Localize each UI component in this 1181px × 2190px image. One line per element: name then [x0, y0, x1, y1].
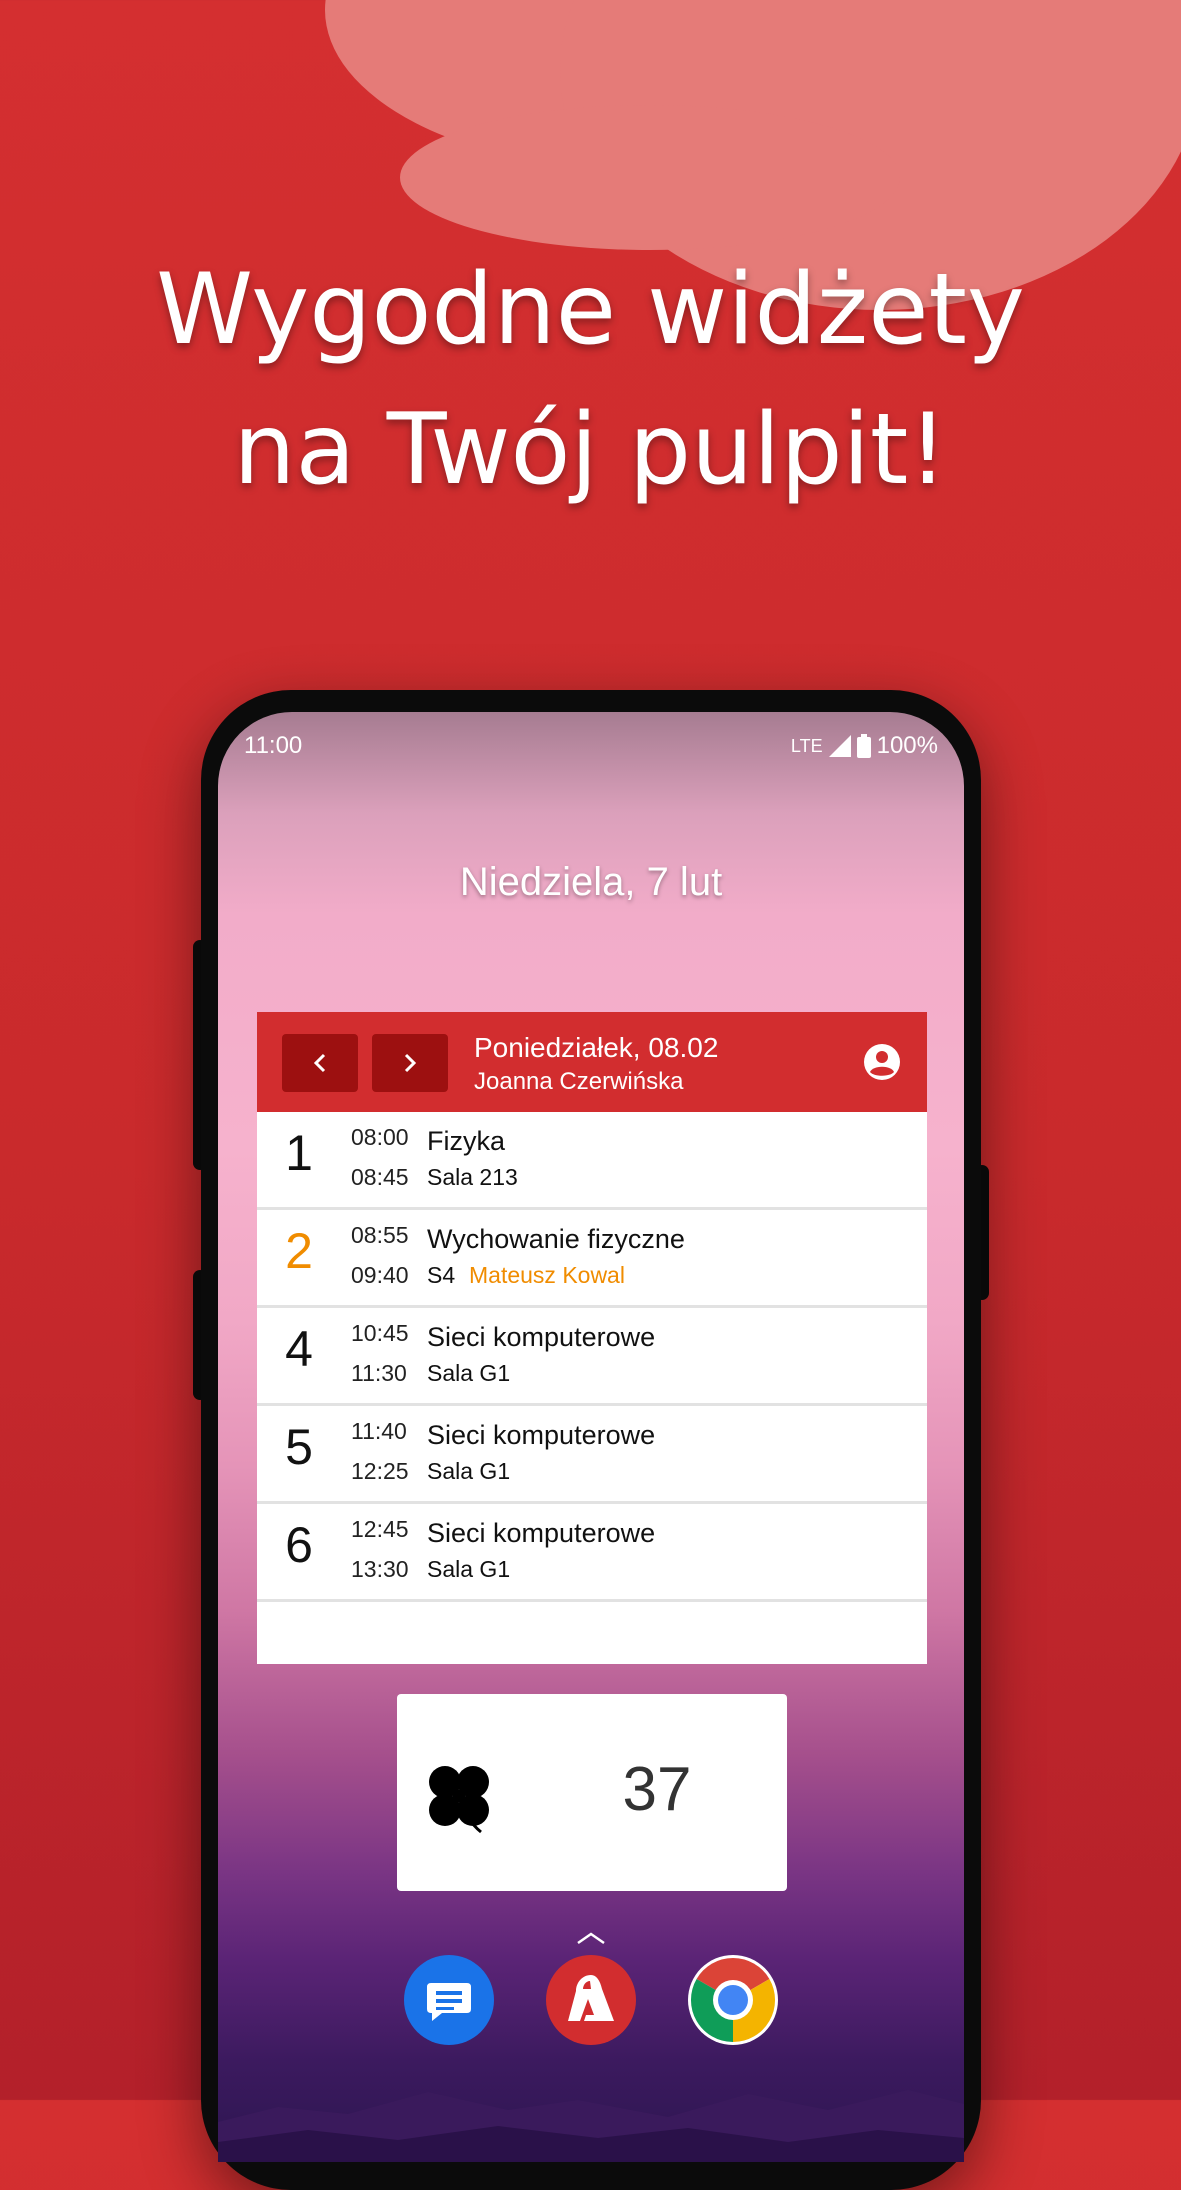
signal-icon: [828, 735, 851, 757]
message-bubble-icon: [427, 1983, 471, 2021]
lesson-row[interactable]: 1 08:00 08:45 Fizyka Sala 213: [257, 1112, 927, 1210]
lesson-number: 5: [285, 1419, 313, 1475]
lesson-subject: Sieci komputerowe: [427, 1322, 656, 1352]
lesson-substitute-teacher: Mateusz Kowal: [469, 1262, 625, 1288]
chevron-right-icon: [404, 1053, 417, 1073]
chevron-up-icon[interactable]: [575, 1930, 607, 1946]
wallpaper-mountains: [218, 2090, 964, 2162]
decorative-cloud: [400, 105, 900, 250]
lesson-row[interactable]: 4 10:45 11:30 Sieci komputerowe Sala G1: [257, 1308, 927, 1406]
widget-header: Poniedziałek, 08.02 Joanna Czerwińska: [257, 1012, 927, 1112]
lesson-number: 2: [285, 1223, 313, 1279]
widget-student-name: Joanna Czerwińska: [474, 1068, 684, 1095]
lesson-number: 6: [285, 1517, 313, 1573]
phone-screen: 11:00 LTE 100% Niedziela, 7 lut Poniedzi…: [218, 712, 964, 2162]
lesson-start: 11:40: [351, 1418, 407, 1444]
chrome-logo-icon: [690, 1958, 776, 2042]
promo-headline: Wygodne widżety na Twój pulpit!: [0, 240, 1181, 520]
lesson-start: 08:55: [351, 1222, 409, 1248]
lesson-start: 10:45: [351, 1320, 409, 1346]
lesson-end: 08:45: [351, 1164, 409, 1190]
battery-icon: [856, 734, 871, 758]
status-time: 11:00: [244, 732, 303, 759]
next-day-button[interactable]: [372, 1034, 448, 1092]
lockscreen-date: Niedziela, 7 lut: [459, 860, 723, 904]
lesson-subject: Sieci komputerowe: [427, 1420, 656, 1450]
account-circle-icon[interactable]: [863, 1043, 901, 1081]
lesson-subject: Sieci komputerowe: [427, 1518, 656, 1548]
lesson-start: 08:00: [351, 1124, 409, 1150]
status-right: LTE 100%: [791, 732, 938, 760]
battery-level: 100%: [876, 732, 938, 759]
widget-day: Poniedziałek, 08.02: [474, 1032, 719, 1063]
lesson-subject: Fizyka: [427, 1126, 506, 1156]
lucky-number: 37: [622, 1755, 692, 1824]
timetable-widget[interactable]: Poniedziałek, 08.02 Joanna Czerwińska 1 …: [257, 1012, 927, 1664]
lesson-room: Sala G1: [427, 1360, 511, 1386]
lesson-end: 11:30: [351, 1360, 407, 1386]
clover-icon: [429, 1766, 489, 1834]
lesson-room: S4: [427, 1262, 456, 1288]
chevron-left-icon: [313, 1053, 326, 1073]
lesson-end: 12:25: [351, 1458, 409, 1484]
lesson-room: Sala G1: [427, 1556, 511, 1582]
headline-line-2: na Twój pulpit!: [233, 393, 948, 507]
messages-icon[interactable]: [404, 1955, 494, 2045]
lesson-row[interactable]: 2 08:55 09:40 Wychowanie fizyczne S4 Mat…: [257, 1210, 927, 1308]
headline-line-1: Wygodne widżety: [156, 253, 1025, 367]
lesson-end: 13:30: [351, 1556, 409, 1582]
lesson-number: 4: [285, 1321, 313, 1377]
previous-day-button[interactable]: [282, 1034, 358, 1092]
lesson-row[interactable]: 5 11:40 12:25 Sieci komputerowe Sala G1: [257, 1406, 927, 1504]
status-bar: 11:00 LTE 100%: [244, 724, 938, 764]
lesson-start: 12:45: [351, 1516, 409, 1542]
lesson-room: Sala 213: [427, 1164, 518, 1190]
school-app-icon[interactable]: [546, 1955, 636, 2045]
lesson-room: Sala G1: [427, 1458, 511, 1484]
chrome-icon[interactable]: [688, 1955, 778, 2045]
network-type: LTE: [790, 735, 823, 756]
lucky-number-widget[interactable]: 37: [397, 1694, 787, 1891]
lesson-number: 1: [285, 1125, 313, 1181]
lesson-row[interactable]: 6 12:45 13:30 Sieci komputerowe Sala G1: [257, 1504, 927, 1602]
lesson-end: 09:40: [351, 1262, 409, 1288]
school-logo-icon: [568, 1975, 614, 2021]
lesson-subject: Wychowanie fizyczne: [427, 1224, 685, 1254]
